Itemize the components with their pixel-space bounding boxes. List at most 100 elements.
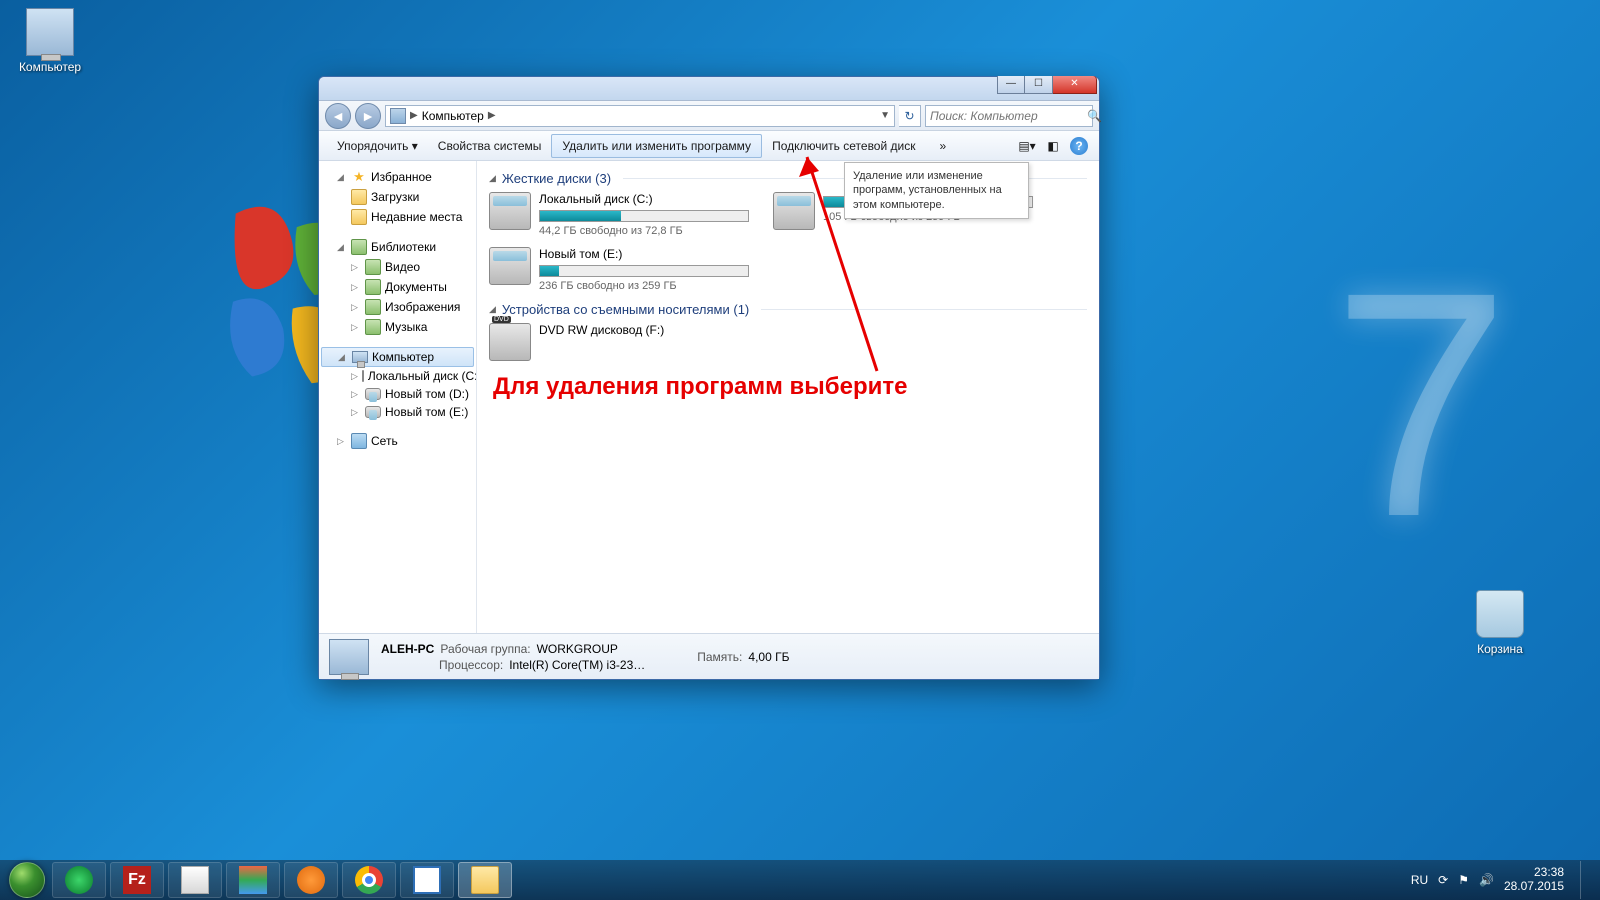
content-pane: Удаление или изменение программ, установ…: [477, 161, 1099, 633]
back-button[interactable]: ◄: [325, 103, 351, 129]
sidebar-pictures[interactable]: ▷Изображения: [319, 297, 476, 317]
sidebar-favorites[interactable]: ◢★Избранное: [319, 167, 476, 187]
tray-sync-icon[interactable]: ⟳: [1438, 873, 1448, 887]
capacity-bar: [539, 210, 749, 222]
preview-pane-button[interactable]: ◧: [1041, 135, 1065, 157]
sidebar-documents[interactable]: ▷Документы: [319, 277, 476, 297]
desktop-icon-label: Компьютер: [10, 60, 90, 74]
drive-label: Новый том (E:): [539, 247, 749, 261]
sidebar-network[interactable]: ▷Сеть: [319, 431, 476, 451]
taskbar-app-4[interactable]: [226, 862, 280, 898]
desktop-icon-recycle-bin[interactable]: Корзина: [1460, 590, 1540, 656]
drive-c[interactable]: Локальный диск (C:) 44,2 ГБ свободно из …: [489, 192, 749, 237]
sidebar-local-c[interactable]: ▷Локальный диск (C:): [319, 367, 476, 385]
start-button[interactable]: [6, 861, 48, 899]
desktop-icon-computer[interactable]: Компьютер: [10, 8, 90, 74]
star-icon: ★: [351, 169, 367, 185]
search-input[interactable]: [930, 109, 1087, 123]
system-properties-button[interactable]: Свойства системы: [428, 135, 552, 157]
computer-icon: [352, 351, 368, 363]
video-icon: [365, 259, 381, 275]
language-indicator[interactable]: RU: [1411, 873, 1428, 887]
navbar: ◄ ► ▶ Компьютер ▶ ▼ ↻ 🔍: [319, 101, 1099, 131]
tray-volume-icon[interactable]: 🔊: [1479, 873, 1494, 887]
sidebar-libraries[interactable]: ◢Библиотеки: [319, 237, 476, 257]
search-box[interactable]: 🔍: [925, 105, 1093, 127]
breadcrumb-segment[interactable]: Компьютер: [422, 109, 484, 123]
help-icon: ?: [1070, 137, 1088, 155]
monitor-icon: [26, 8, 74, 56]
drive-label: DVD RW дисковод (F:): [539, 323, 749, 337]
toolbar-overflow-button[interactable]: »: [929, 135, 956, 157]
dvd-icon: [489, 323, 531, 361]
sidebar-vol-e[interactable]: ▷Новый том (E:): [319, 403, 476, 421]
sidebar-music[interactable]: ▷Музыка: [319, 317, 476, 337]
computer-icon: [329, 639, 369, 675]
windows-orb-icon: [9, 862, 45, 898]
tray-flag-icon[interactable]: ⚑: [1458, 873, 1469, 887]
taskbar-app-explorer[interactable]: [458, 862, 512, 898]
capacity-bar: [539, 265, 749, 277]
taskbar-app-chrome[interactable]: [342, 862, 396, 898]
show-desktop-button[interactable]: [1580, 861, 1590, 899]
taskbar-app-1[interactable]: [52, 862, 106, 898]
search-icon: 🔍: [1087, 109, 1102, 123]
hdd-icon: [365, 388, 381, 400]
app-icon: [239, 866, 267, 894]
drive-dvd[interactable]: DVD RW дисковод (F:): [489, 323, 749, 361]
clock[interactable]: 23:38 28.07.2015: [1504, 866, 1564, 894]
taskbar-app-filezilla[interactable]: Fz: [110, 862, 164, 898]
sidebar-downloads[interactable]: Загрузки: [319, 187, 476, 207]
minimize-button[interactable]: —: [997, 76, 1025, 94]
drive-free-text: 44,2 ГБ свободно из 72,8 ГБ: [539, 225, 749, 237]
refresh-button[interactable]: ↻: [899, 105, 921, 127]
breadcrumb[interactable]: ▶ Компьютер ▶ ▼: [385, 105, 895, 127]
network-icon: [351, 433, 367, 449]
folder-icon: [471, 866, 499, 894]
chevron-right-icon: ▶: [488, 110, 496, 121]
tooltip: Удаление или изменение программ, установ…: [844, 162, 1029, 219]
hdd-icon: [489, 247, 531, 285]
sidebar-vol-d[interactable]: ▷Новый том (D:): [319, 385, 476, 403]
view-options-button[interactable]: ▤▾: [1015, 135, 1039, 157]
maximize-button[interactable]: ☐: [1025, 76, 1053, 94]
uninstall-program-button[interactable]: Удалить или изменить программу: [551, 134, 762, 158]
help-button[interactable]: ?: [1067, 135, 1091, 157]
app-icon: [65, 866, 93, 894]
hdd-icon: [489, 192, 531, 230]
close-button[interactable]: ✕: [1053, 76, 1097, 94]
bin-icon: [1476, 590, 1524, 638]
documents-icon: [365, 279, 381, 295]
annotation-text: Для удаления программ выберите: [493, 373, 907, 401]
taskbar-app-writer[interactable]: [400, 862, 454, 898]
system-tray: RU ⟳ ⚑ 🔊 23:38 28.07.2015: [1411, 861, 1594, 899]
map-network-drive-button[interactable]: Подключить сетевой диск: [762, 135, 925, 157]
hdd-icon: [773, 192, 815, 230]
computer-icon: [390, 108, 406, 124]
organize-button[interactable]: Упорядочить ▾: [327, 135, 428, 157]
sidebar-computer[interactable]: ◢Компьютер: [321, 347, 474, 367]
app-icon: Fz: [123, 866, 151, 894]
library-icon: [351, 239, 367, 255]
folder-icon: [351, 209, 367, 225]
pictures-icon: [365, 299, 381, 315]
titlebar[interactable]: — ☐ ✕: [319, 77, 1099, 101]
explorer-window: — ☐ ✕ ◄ ► ▶ Компьютер ▶ ▼ ↻ 🔍 Упорядочит…: [318, 76, 1100, 680]
toolbar: Упорядочить ▾ Свойства системы Удалить и…: [319, 131, 1099, 161]
app-icon: [297, 866, 325, 894]
hdd-icon: [362, 370, 364, 382]
sidebar-recent[interactable]: Недавние места: [319, 207, 476, 227]
hdd-icon: [365, 406, 381, 418]
chevron-down-icon[interactable]: ▼: [880, 110, 890, 121]
navigation-pane: ◢★Избранное Загрузки Недавние места ◢Биб…: [319, 161, 477, 633]
taskbar-app-notepad[interactable]: [168, 862, 222, 898]
drive-free-text: 236 ГБ свободно из 259 ГБ: [539, 280, 749, 292]
folder-icon: [351, 189, 367, 205]
sidebar-video[interactable]: ▷Видео: [319, 257, 476, 277]
forward-button[interactable]: ►: [355, 103, 381, 129]
taskbar-app-5[interactable]: [284, 862, 338, 898]
group-removable[interactable]: ◢Устройства со съемными носителями (1): [489, 302, 1087, 317]
app-icon: [181, 866, 209, 894]
drive-e[interactable]: Новый том (E:) 236 ГБ свободно из 259 ГБ: [489, 247, 749, 292]
app-icon: [413, 866, 441, 894]
